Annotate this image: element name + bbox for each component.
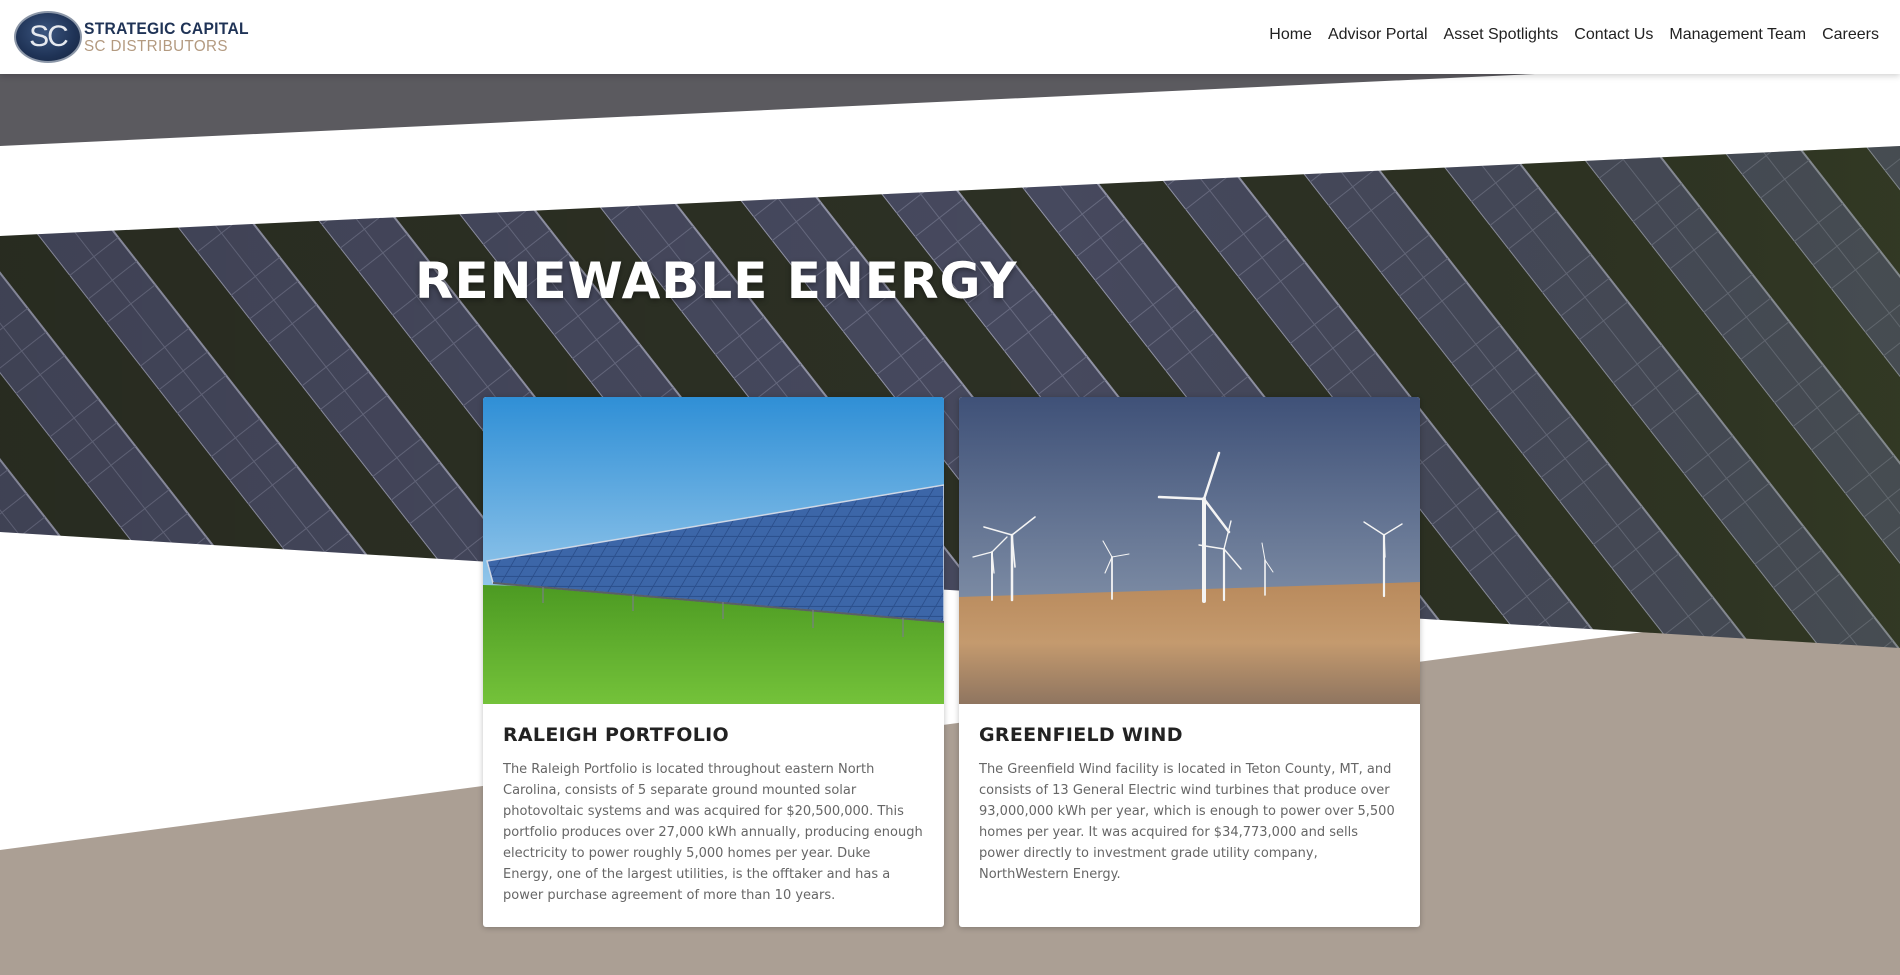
card-description: The Raleigh Portfolio is located through…: [503, 762, 923, 903]
card-description: The Greenfield Wind facility is located …: [979, 762, 1395, 882]
nav-contact-us[interactable]: Contact Us: [1574, 26, 1653, 44]
nav-advisor-portal[interactable]: Advisor Portal: [1328, 26, 1428, 44]
page-title: RENEWABLE ENERGY: [415, 252, 1018, 310]
card-title: GREENFIELD WIND: [979, 724, 1183, 746]
main-nav: Home Advisor Portal Asset Spotlights Con…: [1269, 26, 1879, 44]
solar-array-image: [483, 397, 944, 704]
logo-monogram: SC: [14, 11, 82, 63]
nav-asset-spotlights[interactable]: Asset Spotlights: [1444, 26, 1559, 44]
logo-wordmark: STRATEGIC CAPITAL SC DISTRIBUTORS: [84, 20, 263, 55]
site-header: SC STRATEGIC CAPITAL SC DISTRIBUTORS Hom…: [0, 0, 1900, 74]
hero-background: [0, 74, 1900, 975]
nav-management-team[interactable]: Management Team: [1669, 26, 1806, 44]
card-title: RALEIGH PORTFOLIO: [503, 724, 729, 746]
logo-line2: SC DISTRIBUTORS: [84, 37, 228, 55]
nav-home[interactable]: Home: [1269, 26, 1312, 44]
asset-card-raleigh: RALEIGH PORTFOLIO The Raleigh Portfolio …: [483, 397, 944, 927]
asset-card-greenfield: GREENFIELD WIND The Greenfield Wind faci…: [959, 397, 1420, 927]
logo-line1: STRATEGIC CAPITAL: [84, 18, 249, 38]
brand-logo[interactable]: SC STRATEGIC CAPITAL SC DISTRIBUTORS: [14, 9, 263, 65]
nav-careers[interactable]: Careers: [1822, 26, 1879, 44]
wind-farm-image: [959, 397, 1420, 704]
